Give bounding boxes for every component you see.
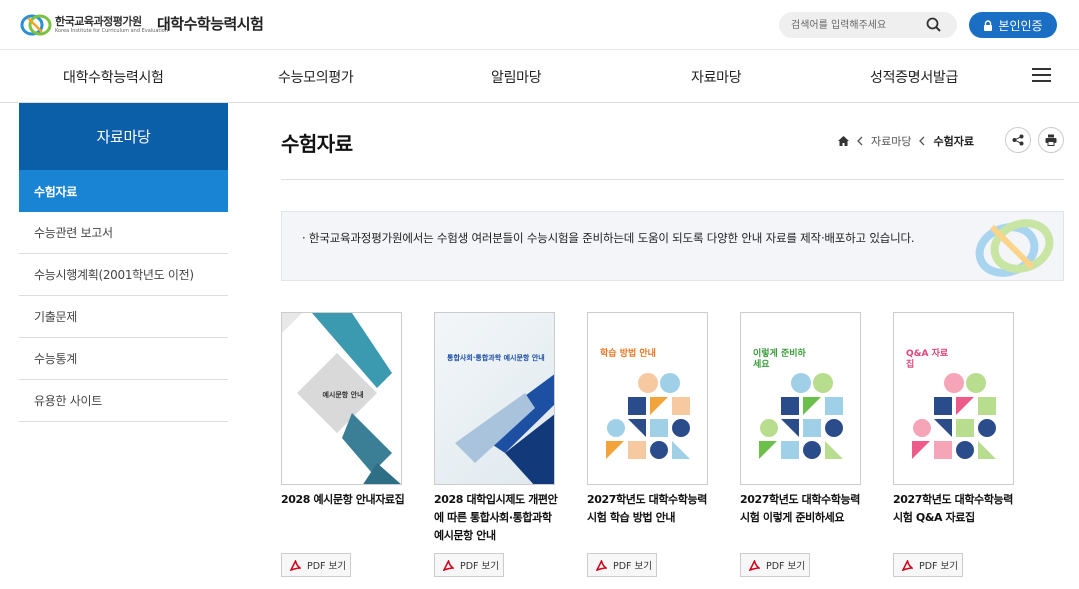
notice-text: · 한국교육과정평가원에서는 수험생 여러분들이 수능시험을 준비하는데 도움이… [302, 231, 915, 245]
decorative-logo-icon [975, 219, 1054, 277]
breadcrumb-item[interactable]: 자료마당 [871, 133, 911, 149]
card-title[interactable]: 2027학년도 대학수학능력시험 학습 방법 안내 [587, 491, 715, 527]
book-cover[interactable]: 예시문항 안내 [281, 312, 402, 485]
search-box [779, 12, 957, 38]
sidebar-item-reports[interactable]: 수능관련 보고서 [19, 212, 228, 254]
chevron-left-icon [857, 136, 863, 146]
share-icon [1012, 134, 1024, 146]
cover-title: 예시문항 안내 [322, 391, 364, 399]
share-button[interactable] [1005, 127, 1031, 153]
title-divider [281, 179, 1064, 180]
print-icon [1045, 134, 1057, 146]
material-card: 학습 방법 안내 2027학년도 대학수학능력시험 학습 방법 안내 PDF 보… [587, 312, 709, 577]
cover-title: Q&A 자료집 [906, 349, 949, 370]
pdf-icon [290, 559, 301, 571]
home-icon[interactable] [838, 136, 849, 146]
pdf-icon [596, 559, 607, 571]
pdf-label: PDF 보기 [460, 561, 500, 572]
main-nav: 대학수학능력시험 수능모의평가 알림마당 자료마당 성적증명서발급 [0, 50, 1079, 103]
nav-item-csat[interactable]: 대학수학능력시험 [63, 67, 164, 87]
breadcrumb: 자료마당 수험자료 [838, 133, 974, 149]
lock-icon [984, 19, 993, 31]
sidebar-item-past-exams[interactable]: 기출문제 [19, 296, 228, 338]
chevron-left-icon [919, 136, 925, 146]
sidebar-title: 자료마당 [19, 103, 228, 170]
card-title[interactable]: 2028 예시문항 안내자료집 [281, 491, 409, 509]
material-card: 통합사회·통합과학 예시문항 안내 2028 대학입시제도 개편안에 따른 통합… [434, 312, 558, 577]
kice-logo-icon [20, 14, 52, 36]
sidebar-item-past-plans[interactable]: 수능시행계획(2001학년도 이전) [19, 254, 228, 296]
search-icon[interactable] [925, 16, 943, 34]
card-title[interactable]: 2027학년도 대학수학능력시험 이렇게 준비하세요 [740, 491, 868, 527]
menu-icon[interactable] [1032, 68, 1051, 82]
material-card: 이렇게 준비하세요 2027학년도 대학수학능력시험 이렇게 준비하세요 PDF… [740, 312, 862, 577]
pdf-icon [902, 559, 913, 571]
book-cover[interactable]: 이렇게 준비하세요 [740, 312, 861, 485]
notice-box: · 한국교육과정평가원에서는 수험생 여러분들이 수능시험을 준비하는데 도움이… [281, 211, 1064, 281]
nav-item-resources[interactable]: 자료마당 [691, 67, 742, 87]
sidebar-item-statistics[interactable]: 수능통계 [19, 338, 228, 380]
search-input[interactable] [791, 17, 921, 33]
card-title[interactable]: 2028 대학입시제도 개편안에 따른 통합사회·통합과학 예시문항 안내 [434, 491, 562, 545]
card-title[interactable]: 2027학년도 대학수학능력시험 Q&A 자료집 [893, 491, 1021, 527]
site-title[interactable]: 대학수학능력시험 [157, 13, 264, 34]
nav-item-mock-exam[interactable]: 수능모의평가 [278, 67, 354, 87]
breadcrumb-current: 수험자료 [933, 135, 974, 148]
org-name: 한국교육과정평가원 [55, 15, 142, 28]
auth-label: 본인인증 [998, 18, 1043, 33]
cover-title: 이렇게 준비하세요 [753, 349, 806, 370]
pdf-label: PDF 보기 [307, 561, 347, 572]
pdf-view-button[interactable]: PDF 보기 [587, 553, 657, 577]
pdf-view-button[interactable]: PDF 보기 [434, 553, 504, 577]
logo[interactable]: 한국교육과정평가원 Korea Institute for Curriculum… [20, 10, 168, 40]
nav-item-notice[interactable]: 알림마당 [491, 67, 542, 87]
pdf-icon [443, 559, 454, 571]
book-cover[interactable]: 통합사회·통합과학 예시문항 안내 [434, 312, 555, 485]
pdf-view-button[interactable]: PDF 보기 [740, 553, 810, 577]
pdf-view-button[interactable]: PDF 보기 [281, 553, 351, 577]
book-cover[interactable]: Q&A 자료집 [893, 312, 1014, 485]
print-button[interactable] [1038, 127, 1064, 153]
pdf-label: PDF 보기 [613, 561, 653, 572]
pdf-view-button[interactable]: PDF 보기 [893, 553, 963, 577]
auth-button[interactable]: 본인인증 [969, 12, 1057, 38]
pdf-label: PDF 보기 [766, 561, 806, 572]
book-cover[interactable]: 학습 방법 안내 [587, 312, 708, 485]
cover-title: 학습 방법 안내 [600, 349, 656, 359]
pdf-icon [749, 559, 760, 571]
pdf-label: PDF 보기 [919, 561, 959, 572]
sidebar-item-exam-materials[interactable]: 수험자료 [19, 170, 228, 212]
sidebar-item-useful-sites[interactable]: 유용한 사이트 [19, 380, 228, 422]
cover-title: 통합사회·통합과학 예시문항 안내 [447, 354, 545, 362]
top-header: 한국교육과정평가원 Korea Institute for Curriculum… [0, 0, 1079, 50]
material-card: Q&A 자료집 2027학년도 대학수학능력시험 Q&A 자료집 PDF 보기 [893, 312, 1015, 577]
page-title: 수험자료 [281, 132, 353, 156]
material-card: 예시문항 안내 2028 예시문항 안내자료집 PDF 보기 [281, 312, 405, 577]
nav-item-certificate[interactable]: 성적증명서발급 [870, 67, 958, 87]
org-sub: Korea Institute for Curriculum and Evalu… [55, 28, 168, 34]
